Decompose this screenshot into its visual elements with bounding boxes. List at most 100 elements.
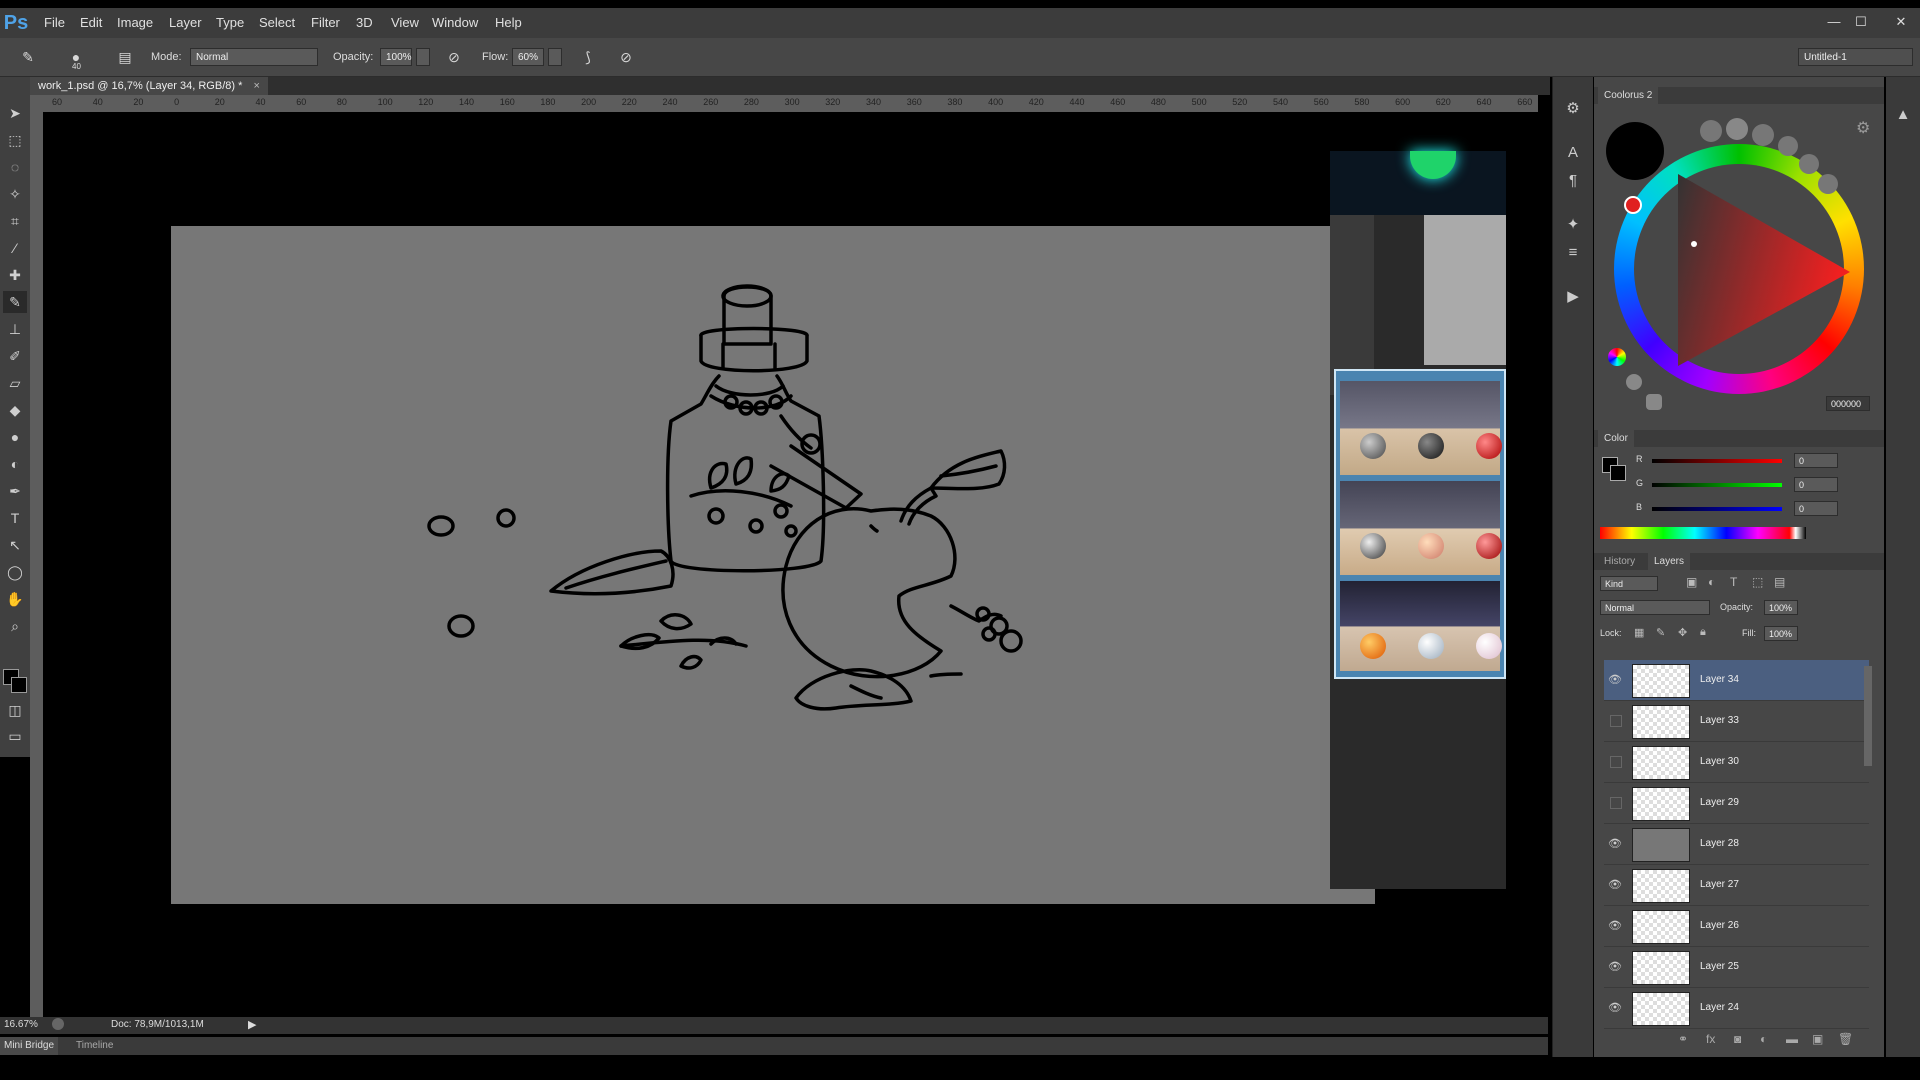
channel-r-slider[interactable]: [1652, 459, 1782, 463]
menu-file[interactable]: File: [44, 8, 65, 38]
new-layer-icon[interactable]: ▣: [1812, 1032, 1823, 1046]
new-group-icon[interactable]: ▬: [1786, 1032, 1798, 1046]
minimize-button[interactable]: —: [1823, 12, 1845, 32]
layer-blend-mode-select[interactable]: Normal: [1600, 600, 1710, 615]
path-select-tool-icon[interactable]: ↖: [3, 534, 27, 556]
visibility-toggle-off[interactable]: [1610, 715, 1622, 727]
channel-g-slider[interactable]: [1652, 483, 1782, 487]
layer-row[interactable]: Layer 30: [1604, 742, 1869, 783]
mode-select[interactable]: Normal: [190, 48, 318, 66]
menu-type[interactable]: Type: [216, 8, 244, 38]
visibility-eye-icon[interactable]: 👁︎: [1608, 960, 1622, 974]
delete-layer-icon[interactable]: 🗑︎: [1838, 1032, 1853, 1046]
brush-tool-icon[interactable]: ✎: [18, 47, 38, 67]
marquee-tool-icon[interactable]: ⬚: [3, 129, 27, 151]
brush-tool-icon[interactable]: ✎: [3, 291, 27, 313]
zoom-tool-icon[interactable]: ⌕: [3, 615, 27, 637]
brush-presets-icon[interactable]: ✦: [1563, 215, 1583, 235]
add-mask-icon[interactable]: ◙: [1734, 1032, 1741, 1046]
tint-circle-1[interactable]: [1700, 120, 1722, 142]
eyedropper-tool-icon[interactable]: ⁄: [3, 237, 27, 259]
opacity-input[interactable]: 100%: [380, 48, 412, 66]
opacity-dropdown[interactable]: [416, 48, 430, 66]
pen-tool-icon[interactable]: ✒: [3, 480, 27, 502]
tint-circle-5[interactable]: [1799, 154, 1819, 174]
color-bg-swatch[interactable]: [1610, 465, 1626, 481]
layer-kind-filter[interactable]: Kind: [1600, 576, 1658, 591]
menu-filter[interactable]: Filter: [311, 8, 340, 38]
lock-pixels-icon[interactable]: ✎: [1656, 626, 1665, 639]
visibility-eye-icon[interactable]: 👁︎: [1608, 673, 1622, 687]
tab-timeline[interactable]: Timeline: [72, 1037, 117, 1055]
layer-row[interactable]: 👁︎ Layer 34: [1604, 660, 1869, 701]
lock-all-icon[interactable]: 🔒︎: [1700, 626, 1706, 639]
airbrush-icon[interactable]: ⟆: [578, 47, 598, 67]
layer-style-icon[interactable]: fx: [1706, 1032, 1715, 1046]
clone-stamp-tool-icon[interactable]: ⊥: [3, 318, 27, 340]
visibility-eye-icon[interactable]: 👁︎: [1608, 878, 1622, 892]
canvas-area[interactable]: [43, 112, 1533, 1020]
paint-bucket-tool-icon[interactable]: ◆: [3, 399, 27, 421]
flow-dropdown[interactable]: [548, 48, 562, 66]
channel-r-value[interactable]: 0: [1794, 453, 1838, 468]
layers-scrollbar[interactable]: [1864, 666, 1872, 766]
layer-row[interactable]: 👁︎ Layer 26: [1604, 906, 1869, 947]
menu-select[interactable]: Select: [259, 8, 295, 38]
artboard[interactable]: [171, 226, 1375, 904]
layer-row[interactable]: 👁︎ Layer 24: [1604, 988, 1869, 1029]
visibility-eye-icon[interactable]: 👁︎: [1608, 1001, 1622, 1015]
eraser-tool-icon[interactable]: ▱: [3, 372, 27, 394]
brush-panel-icon[interactable]: ▤: [115, 47, 135, 67]
background-color-swatch[interactable]: [11, 677, 27, 693]
link-layers-icon[interactable]: ⚭: [1678, 1032, 1688, 1046]
tint-circle-4[interactable]: [1778, 136, 1798, 156]
menu-image[interactable]: Image: [117, 8, 153, 38]
color-tab[interactable]: Color: [1598, 430, 1634, 447]
visibility-eye-icon[interactable]: 👁︎: [1608, 919, 1622, 933]
fill-input[interactable]: 100%: [1764, 626, 1798, 641]
channel-b-value[interactable]: 0: [1794, 501, 1838, 516]
tint-circle-3[interactable]: [1752, 124, 1774, 146]
tab-history[interactable]: History: [1598, 553, 1641, 570]
document-tab[interactable]: work_1.psd @ 16,7% (Layer 34, RGB/8) * ×: [30, 77, 268, 95]
hand-tool-icon[interactable]: ✋: [3, 588, 27, 610]
menu-edit[interactable]: Edit: [80, 8, 102, 38]
layer-row[interactable]: Layer 33: [1604, 701, 1869, 742]
close-tab-icon[interactable]: ×: [253, 80, 259, 92]
menu-view[interactable]: View: [391, 8, 419, 38]
quick-select-tool-icon[interactable]: ✧: [3, 183, 27, 205]
lock-position-icon[interactable]: ✥: [1678, 626, 1687, 639]
layer-opacity-input[interactable]: 100%: [1764, 600, 1798, 615]
adjustments-icon[interactable]: ⚙: [1563, 99, 1583, 119]
tab-layers[interactable]: Layers: [1648, 553, 1691, 570]
status-info-icon[interactable]: [52, 1018, 64, 1030]
menu-help[interactable]: Help: [495, 8, 522, 38]
filter-type-icon[interactable]: T: [1730, 575, 1737, 589]
workspace-select[interactable]: Untitled-1: [1798, 48, 1913, 66]
paragraph-icon[interactable]: ¶: [1563, 171, 1583, 191]
visibility-toggle-off[interactable]: [1610, 797, 1622, 809]
channel-b-slider[interactable]: [1652, 507, 1782, 511]
channel-g-value[interactable]: 0: [1794, 477, 1838, 492]
layer-row[interactable]: 👁︎ Layer 27: [1604, 865, 1869, 906]
filter-pixel-icon[interactable]: ▣: [1686, 575, 1697, 589]
reference-board[interactable]: [1330, 151, 1506, 889]
color-mode-icon[interactable]: [1608, 348, 1626, 366]
tint-circle-6[interactable]: [1818, 174, 1838, 194]
close-button[interactable]: ✕: [1890, 12, 1912, 32]
blur-tool-icon[interactable]: ●: [3, 426, 27, 448]
tint-circle-2[interactable]: [1726, 118, 1748, 140]
coolorus-settings-icon[interactable]: ⚙: [1856, 118, 1870, 138]
filter-smart-object-icon[interactable]: ▤: [1774, 575, 1785, 589]
menu-3d[interactable]: 3D: [356, 8, 373, 38]
layer-list[interactable]: 👁︎ Layer 34 Layer 33 Layer 30 Layer 29 👁︎ Laye…: [1594, 660, 1884, 1030]
gamut-mask-icon[interactable]: [1626, 374, 1642, 390]
filter-shape-icon[interactable]: ⬚: [1752, 575, 1763, 589]
type-tool-icon[interactable]: T: [3, 507, 27, 529]
hue-picker-handle[interactable]: [1624, 196, 1642, 214]
lock-transparent-icon[interactable]: ▦: [1634, 626, 1644, 639]
tab-mini-bridge[interactable]: Mini Bridge: [0, 1037, 59, 1055]
layer-row[interactable]: 👁︎ Layer 28: [1604, 824, 1869, 865]
shape-tool-icon[interactable]: ◯: [3, 561, 27, 583]
actions-play-icon[interactable]: ▶: [1563, 287, 1583, 307]
